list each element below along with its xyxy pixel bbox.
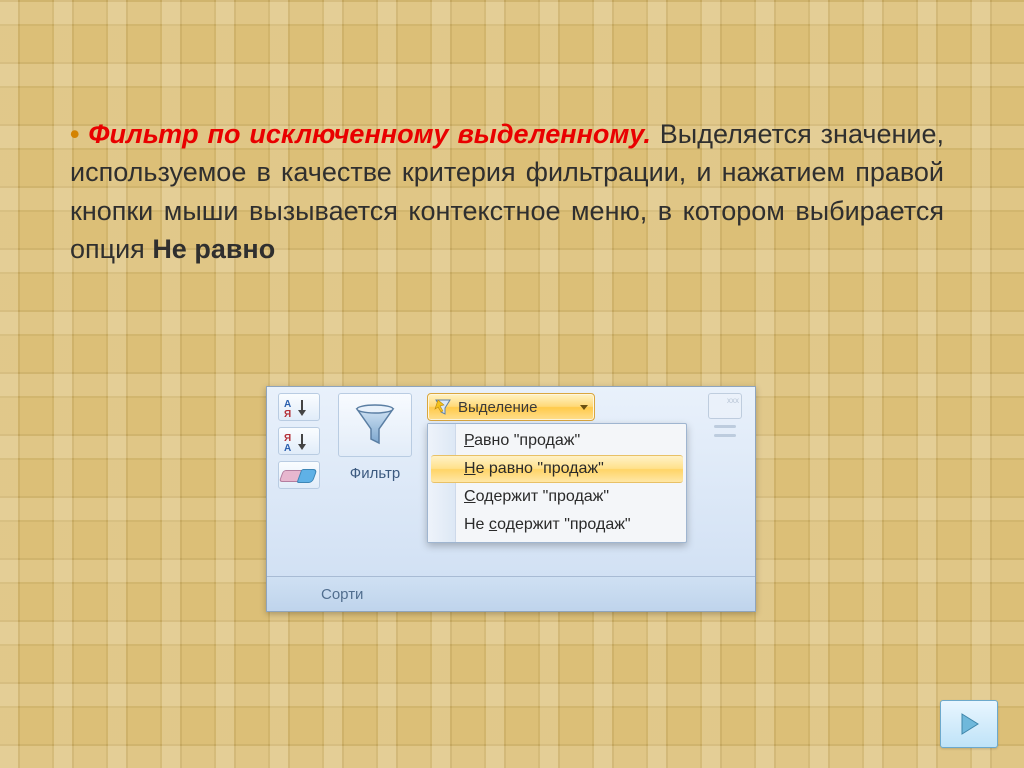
filter-label: Фильтр xyxy=(333,465,417,482)
bullet-dot: • xyxy=(70,119,79,149)
option-name-strong: Не равно xyxy=(152,234,275,264)
selection-menu: Равно "продаж" Не равно "продаж" Содержи… xyxy=(427,423,687,543)
svg-text:Я: Я xyxy=(284,409,291,417)
svg-text:А: А xyxy=(284,443,291,451)
filter-button[interactable] xyxy=(338,393,412,457)
ribbon-group-label: Сорти xyxy=(267,577,755,611)
selection-dropdown[interactable]: Выделение xyxy=(427,393,595,421)
menu-item-not-equals[interactable]: Не равно "продаж" xyxy=(431,455,683,483)
caret-down-icon xyxy=(580,405,588,410)
filter-column: Фильтр xyxy=(333,393,417,482)
selection-icon xyxy=(434,398,452,416)
menu-item-not-contains[interactable]: Не содержит "продаж" xyxy=(428,511,686,539)
sort-asc-button[interactable]: А Я xyxy=(278,393,320,421)
adjacent-group-cropped xyxy=(699,393,751,437)
ribbon-panel: А Я Я А xyxy=(267,387,755,577)
play-icon xyxy=(955,710,983,738)
menu-item-equals[interactable]: Равно "продаж" xyxy=(428,427,686,455)
ribbon-screenshot: А Я Я А xyxy=(266,386,756,612)
eraser-icon xyxy=(281,466,317,484)
selection-label: Выделение xyxy=(458,399,537,416)
sort-column: А Я Я А xyxy=(273,393,325,489)
explanatory-paragraph: • Фильтр по исключенному выделенному. Вы… xyxy=(70,115,944,268)
ghost-line xyxy=(714,434,736,437)
menu-item-contains[interactable]: Содержит "продаж" xyxy=(428,483,686,511)
ghost-line xyxy=(714,425,736,428)
funnel-icon xyxy=(351,401,399,449)
group-label-text: Сорти xyxy=(321,586,363,603)
next-slide-button[interactable] xyxy=(940,700,998,748)
filter-mode-title: Фильтр по исключенному выделенному. xyxy=(88,119,651,149)
ghost-icon xyxy=(708,393,742,419)
sort-desc-button[interactable]: Я А xyxy=(278,427,320,455)
clear-sort-button[interactable] xyxy=(278,461,320,489)
